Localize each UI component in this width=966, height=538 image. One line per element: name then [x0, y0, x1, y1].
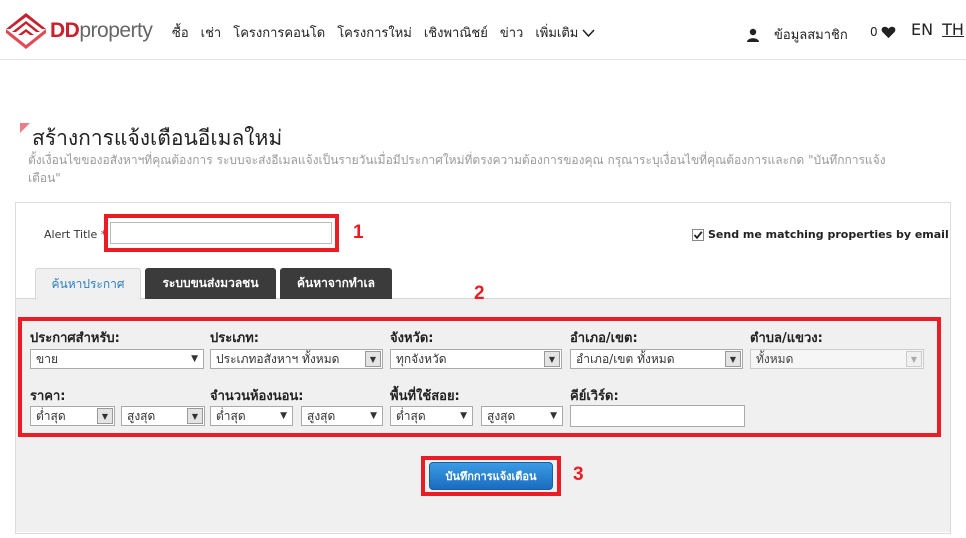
language-switcher: EN TH: [911, 20, 964, 39]
nav-condo-projects[interactable]: โครงการคอนโด: [233, 22, 325, 43]
email-checkbox[interactable]: [692, 228, 704, 241]
tab-search-listings[interactable]: ค้นหาประกาศ: [35, 268, 141, 300]
lang-en[interactable]: EN: [911, 20, 933, 39]
nav-new-projects[interactable]: โครงการใหม่: [337, 22, 412, 43]
nav-news[interactable]: ข่าว: [500, 22, 524, 43]
favorites-count: 0: [870, 25, 878, 39]
heart-icon: [881, 26, 896, 38]
site-header: DDproperty ซื้อ เช่า โครงการคอนโด โครงกา…: [0, 0, 966, 60]
annotation-box-1: [104, 214, 339, 252]
annotation-box-3: [421, 456, 561, 496]
email-checkbox-label: Send me matching properties by email: [708, 228, 949, 241]
page-subtitle: ตั้งเงื่อนไขของอสังหาฯที่คุณต้องการ ระบบ…: [28, 153, 886, 185]
logo-house-icon: [6, 13, 46, 49]
nav-commercial[interactable]: เชิงพาณิชย์: [424, 22, 488, 43]
alert-title-label: Alert Title *: [44, 228, 107, 241]
ddproperty-logo[interactable]: DDproperty: [4, 10, 153, 52]
nav-more[interactable]: เพิ่มเติม: [535, 22, 595, 43]
annotation-number-2: 2: [474, 283, 485, 304]
lang-th[interactable]: TH: [942, 20, 964, 39]
check-icon: [693, 230, 703, 239]
favorites-link[interactable]: 0: [870, 25, 896, 39]
chevron-down-icon: [582, 28, 595, 37]
tab-transit[interactable]: ระบบขนส่งมวลชน: [145, 268, 276, 299]
tab-location[interactable]: ค้นหาจากทำเล: [280, 268, 392, 299]
nav-buy[interactable]: ซื้อ: [172, 22, 189, 43]
main-nav: ซื้อ เช่า โครงการคอนโด โครงการใหม่ เชิงพ…: [172, 22, 607, 43]
member-label: ข้อมูลสมาชิก: [774, 28, 848, 43]
member-info-link[interactable]: ข้อมูลสมาชิก: [746, 24, 848, 45]
annotation-number-1: 1: [353, 222, 364, 243]
user-icon: [747, 28, 759, 42]
nav-more-label: เพิ่มเติม: [535, 26, 579, 41]
logo-text: DDproperty: [50, 19, 153, 42]
title-corner-icon: [20, 123, 30, 133]
email-checkbox-row[interactable]: Send me matching properties by email: [692, 228, 949, 241]
annotation-number-3: 3: [573, 464, 584, 485]
nav-rent[interactable]: เช่า: [201, 22, 222, 43]
annotation-box-2: [18, 317, 941, 437]
